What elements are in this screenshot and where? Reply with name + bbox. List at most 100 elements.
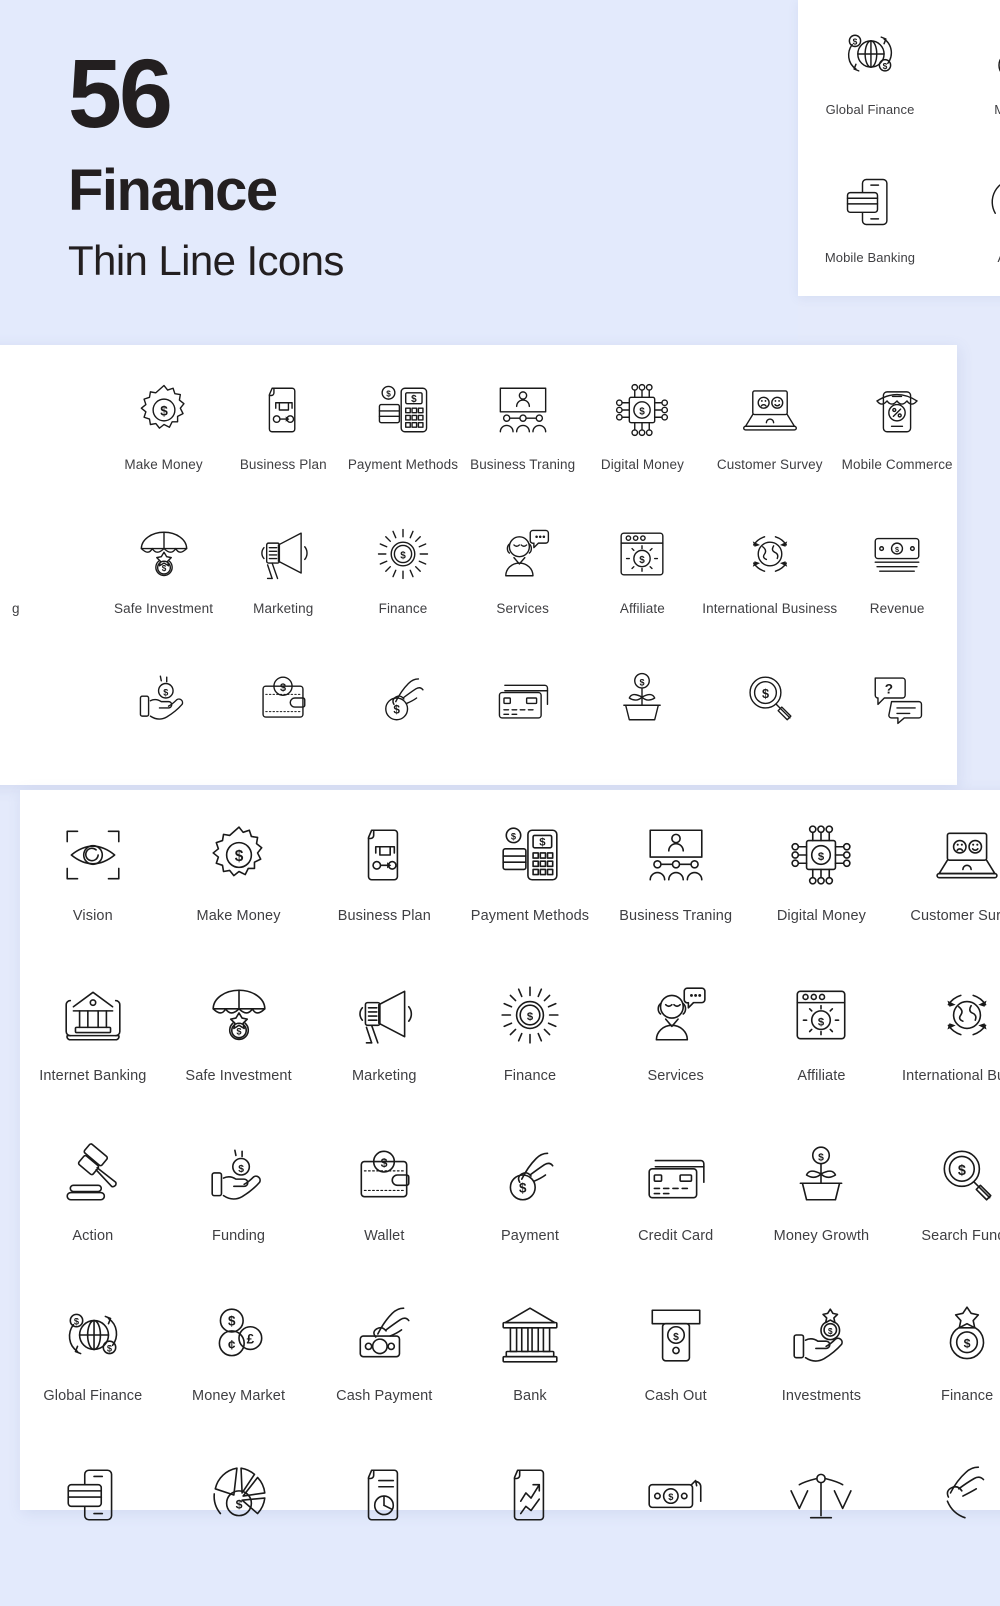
- icon-cell-business-traning[interactable]: Business Traning: [463, 363, 583, 507]
- icon-cell-money[interactable]: $ ¢ Money: [942, 0, 1000, 148]
- svg-text:$: $: [236, 1027, 242, 1037]
- icon-label: Search Funds: [921, 1228, 1000, 1244]
- hand-coin-icon: $: [135, 669, 193, 727]
- icon-cell-revenue[interactable]: $ Revenue: [837, 507, 957, 651]
- icon-label: Internet Banking: [39, 1068, 147, 1084]
- icon-cell-affiliate[interactable]: $ Affiliate: [749, 966, 895, 1126]
- icon-cell-funding[interactable]: $ Funding: [166, 1126, 312, 1286]
- icon-cell-vision[interactable]: Vision: [20, 806, 166, 966]
- money-plant-icon: $: [613, 669, 671, 727]
- icon-label: Services: [647, 1068, 704, 1084]
- icon-cell-money-plant[interactable]: $: [583, 651, 703, 795]
- icon-label: Customer Survey: [910, 908, 1000, 924]
- icon-cell-safe-investment[interactable]: $ Safe Investment: [166, 966, 312, 1126]
- icon-cell-banknote-return[interactable]: $: [603, 1446, 749, 1606]
- svg-text:$: $: [228, 1314, 236, 1329]
- svg-text:$: $: [958, 1163, 966, 1179]
- icon-cell-hand-coin-pay[interactable]: $: [343, 651, 463, 795]
- icon-cell-finance-sun[interactable]: $ Finance: [343, 507, 463, 651]
- icon-cell-marketing[interactable]: Marketing: [223, 507, 343, 651]
- icon-cell-safe-investment[interactable]: $ Safe Investment: [104, 507, 224, 651]
- icon-label: Affiliate: [797, 1068, 846, 1084]
- icon-cell-bank[interactable]: Bank: [457, 1286, 603, 1446]
- icon-cell-wallet[interactable]: $: [223, 651, 343, 795]
- icon-cell-internet-banking[interactable]: Internet Banking: [20, 966, 166, 1126]
- svg-text:$: $: [280, 682, 286, 694]
- icon-cell-digital-money[interactable]: $ Digital Money: [583, 363, 703, 507]
- icon-cell-credit-cards[interactable]: [463, 651, 583, 795]
- hand-coin-pay-icon: $: [497, 1142, 563, 1208]
- icon-label: Global Finance: [825, 102, 915, 117]
- svg-text:$: $: [640, 555, 646, 566]
- magnifier-dollar-icon: $: [934, 1142, 1000, 1208]
- icon-cell-truncated-left[interactable]: g: [0, 507, 104, 651]
- hand-banknote-icon: [351, 1302, 417, 1368]
- icon-cell-services[interactable]: Services: [463, 507, 583, 651]
- icon-label: Payment Methods: [470, 908, 590, 924]
- globe-dollar-arrows-icon: $ $: [840, 24, 900, 84]
- eye-focus-icon: [60, 822, 126, 888]
- icon-cell-payment[interactable]: $ Payment: [457, 1126, 603, 1286]
- svg-text:$: $: [640, 677, 645, 687]
- icon-cell-make-money[interactable]: $ Make Money: [166, 806, 312, 966]
- sun-dollar-icon: $: [497, 982, 563, 1048]
- hand-coin-icon: $: [206, 1142, 272, 1208]
- svg-text:$: $: [238, 1164, 244, 1175]
- icon-cell-customer-survey[interactable]: Customer Survey: [702, 363, 837, 507]
- icon-cell-search-funds[interactable]: $ Search Funds: [894, 1126, 1000, 1286]
- icon-cell-money-growth[interactable]: $ Money Growth: [749, 1126, 895, 1286]
- icon-label: g: [12, 601, 20, 616]
- icon-cell-document-pie-chart[interactable]: [311, 1446, 457, 1606]
- icon-label: International Busine: [902, 1068, 1000, 1084]
- icon-cell-credit-card[interactable]: Credit Card: [603, 1126, 749, 1286]
- icon-cell-business-traning[interactable]: Business Traning: [603, 806, 749, 966]
- icon-cell-action[interactable]: Action: [20, 1126, 166, 1286]
- page-background: 56 Finance Thin Line Icons $ $ Global Fi…: [0, 0, 1000, 1521]
- svg-text:$: $: [107, 1344, 113, 1354]
- presentation-people-icon: [643, 822, 709, 888]
- icon-cell-business-plan[interactable]: Business Plan: [223, 363, 343, 507]
- icon-cell-investments[interactable]: $ Investments: [749, 1286, 895, 1446]
- icon-cell-magnifier-dollar[interactable]: $: [702, 651, 837, 795]
- icon-cell-analytics[interactable]: $: [166, 1446, 312, 1606]
- globe-dollar-arrows-icon: $ $: [60, 1302, 126, 1368]
- icon-cell-mobile-banking[interactable]: Mobile Banking: [798, 148, 942, 296]
- icon-label: Business Traning: [470, 457, 576, 472]
- icon-cell-hand-gesture[interactable]: [894, 1446, 1000, 1606]
- icon-cell-business-plan[interactable]: Business Plan: [311, 806, 457, 966]
- icon-cell-cash-out[interactable]: $ Cash Out: [603, 1286, 749, 1446]
- icon-label: Mobile Banking: [824, 250, 916, 265]
- browser-dollar-sun-icon: $: [788, 982, 854, 1048]
- icon-cell-cash-payment[interactable]: Cash Payment: [311, 1286, 457, 1446]
- dollar-cent-coins-icon: $ ¢: [984, 24, 1000, 84]
- icon-cell-analytics[interactable]: $ Analy: [942, 148, 1000, 296]
- icon-cell-chat-question[interactable]: ?: [837, 651, 957, 795]
- icon-cell-make-money[interactable]: $ Make Money: [104, 363, 224, 507]
- icon-cell-global-finance[interactable]: $ $ Global Finance: [798, 0, 942, 148]
- icon-cell-document-growth-chart[interactable]: [457, 1446, 603, 1606]
- icon-cell-wallet[interactable]: $ Wallet: [311, 1126, 457, 1286]
- icon-cell-customer-survey[interactable]: Customer Survey: [894, 806, 1000, 966]
- icon-cell-money-market[interactable]: $ £ ¢ Money Market: [166, 1286, 312, 1446]
- icon-cell-mobile-commerce[interactable]: Mobile Commerce: [837, 363, 957, 507]
- icon-cell-finance-sun[interactable]: $ Finance: [457, 966, 603, 1126]
- icon-cell-digital-money[interactable]: $ Digital Money: [749, 806, 895, 966]
- icon-cell-international-business[interactable]: International Busine: [894, 966, 1000, 1126]
- icon-cell-hand-coin[interactable]: $: [104, 651, 224, 795]
- icon-cell-finance-bag[interactable]: $ Finance: [894, 1286, 1000, 1446]
- icon-cell-international-business[interactable]: International Business: [702, 507, 837, 651]
- icon-cell-payment-methods[interactable]: $ $ Payment Methods: [343, 363, 463, 507]
- umbrella-moneybag-icon: $: [206, 982, 272, 1048]
- icon-cell-payment-methods[interactable]: $ $ Payment Methods: [457, 806, 603, 966]
- icon-label: Mobile Commerce: [841, 457, 953, 472]
- icon-cell-marketing[interactable]: Marketing: [311, 966, 457, 1126]
- globe-arrows-icon: [934, 982, 1000, 1048]
- money-plant-icon: $: [788, 1142, 854, 1208]
- svg-text:$: $: [511, 832, 517, 842]
- icon-cell-services[interactable]: Services: [603, 966, 749, 1126]
- icon-cell-mobile-banking[interactable]: [20, 1446, 166, 1606]
- icon-cell-balance-scale[interactable]: [749, 1446, 895, 1606]
- icon-label: Money Growth: [773, 1228, 870, 1244]
- icon-cell-affiliate[interactable]: $ Affiliate: [583, 507, 703, 651]
- icon-cell-global-finance[interactable]: $ $ Global Finance: [20, 1286, 166, 1446]
